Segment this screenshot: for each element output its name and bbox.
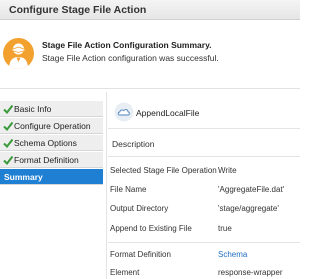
summary-title: Stage File Action Configuration Summary. (42, 40, 212, 50)
window-title: Configure Stage File Action (9, 4, 147, 16)
row-value: response-wrapper (218, 268, 283, 277)
sidebar-item-schema-options[interactable]: Schema Options (0, 135, 103, 151)
row-label: File Name (110, 185, 147, 194)
section-divider (108, 156, 300, 157)
row-label: Output Directory (110, 204, 169, 213)
sidebar-item-configure-operation[interactable]: Configure Operation (0, 118, 103, 134)
user-avatar-icon (3, 38, 34, 69)
sidebar-item-label: Summary (4, 172, 43, 182)
summary-message: Stage File Action configuration was succ… (42, 53, 219, 63)
check-icon (3, 138, 13, 148)
sidebar-item-label: Configure Operation (14, 121, 91, 131)
row-value: true (218, 224, 232, 233)
row-value: Write (218, 166, 237, 175)
sidebar-item-summary[interactable]: Summary (0, 169, 103, 185)
check-icon (3, 155, 13, 165)
schema-link[interactable]: Schema (218, 250, 247, 259)
row-value: 'AggregateFile.dat' (218, 185, 285, 194)
cloud-file-icon (114, 102, 134, 122)
section-divider (108, 242, 300, 243)
description-label: Description (112, 139, 155, 149)
title-bar: Configure Stage File Action (0, 0, 300, 20)
sidebar-item-format-definition[interactable]: Format Definition (0, 152, 103, 168)
sidebar-item-label: Schema Options (14, 138, 77, 148)
row-value: 'stage/aggregate' (218, 204, 279, 213)
row-label: Element (110, 268, 140, 277)
check-icon (3, 121, 13, 131)
row-label: Append to Existing File (110, 224, 192, 233)
section-divider (108, 128, 300, 129)
sidebar-item-basic-info[interactable]: Basic Info (0, 101, 103, 117)
divider (0, 88, 300, 89)
check-icon (3, 104, 13, 114)
row-label: Format Definition (110, 250, 171, 259)
sidebar-item-label: Basic Info (14, 104, 52, 114)
row-label: Selected Stage File Operation (110, 166, 217, 175)
sidebar-item-label: Format Definition (14, 155, 79, 165)
file-name-title: AppendLocalFile (136, 108, 200, 118)
